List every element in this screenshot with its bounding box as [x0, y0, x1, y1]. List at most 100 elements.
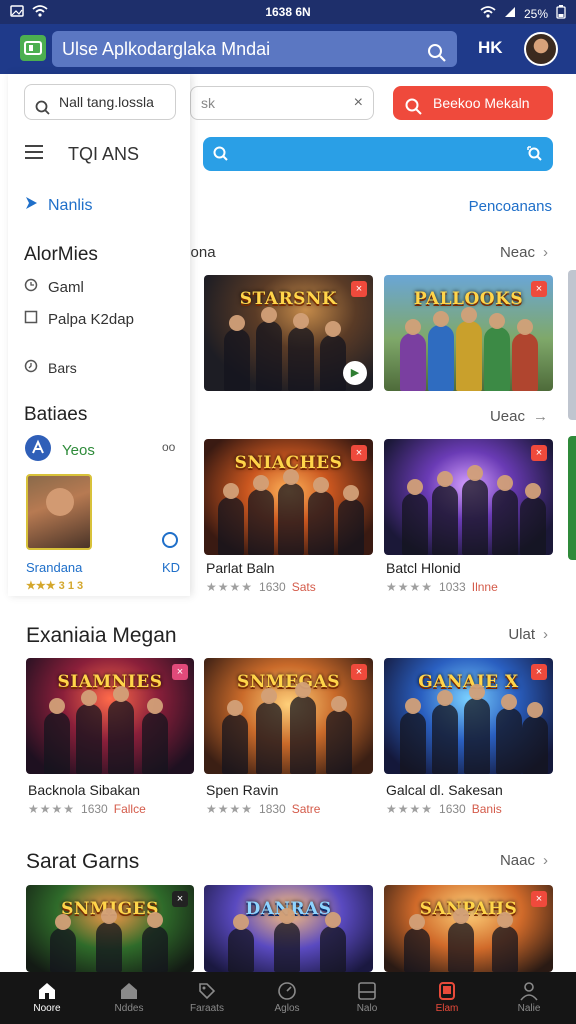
rating-stars: ★★★★ [206, 580, 254, 594]
link-right[interactable]: Pencoanans [469, 198, 552, 215]
square-icon [437, 981, 457, 1001]
red-action-button[interactable]: Beekoo Mekaln [393, 86, 553, 120]
game-title[interactable]: Backnola Sibakan [28, 782, 140, 798]
game-logo-text: SNMEGAS [236, 672, 341, 692]
game-card-thumbnail[interactable]: SANPAHS × [384, 885, 553, 972]
game-rating: ★★★★ 1830 Satre [206, 802, 320, 816]
game-card-thumbnail[interactable]: × [384, 439, 553, 555]
search-input[interactable]: sk × [190, 86, 374, 120]
game-title[interactable]: Batcl Hlonid [386, 560, 461, 576]
nav-label: Nalo [356, 1003, 378, 1014]
hamburger-icon[interactable] [24, 144, 44, 165]
tablet-icon [357, 981, 377, 1001]
app-title: Ulse Aplkodarglaka Mndai [62, 39, 271, 59]
game-card-thumbnail[interactable]: DANRAS [204, 885, 373, 972]
drawer-item-active[interactable]: Nanlis [24, 196, 92, 215]
drawer-item-label: Bars [48, 359, 77, 376]
close-icon[interactable]: × [531, 664, 547, 680]
section-more-link[interactable]: Naac › [500, 852, 548, 869]
nav-item-home[interactable]: Noore [6, 972, 88, 1024]
drawer-game-title[interactable]: Srandana [26, 560, 82, 575]
game-title[interactable]: Spen Ravin [206, 782, 278, 798]
house-icon [119, 981, 139, 1001]
nav-item-active[interactable]: Elam [406, 972, 488, 1024]
close-icon[interactable]: × [351, 664, 367, 680]
close-icon[interactable]: × [351, 445, 367, 461]
game-card-thumbnail[interactable]: SIAMNIES × [26, 658, 194, 774]
drawer-item-suffix: oo [162, 440, 176, 454]
app-title-search[interactable]: Ulse Aplkodarglaka Mndai [52, 31, 457, 67]
drawer-item-label: Yeos [62, 441, 95, 459]
drawer-search-input[interactable]: Nall tang.lossla [24, 84, 176, 120]
game-card-thumbnail[interactable]: GANAIE X × [384, 658, 553, 774]
tag-icon [197, 981, 217, 1001]
game-card-thumbnail[interactable]: STARSNK × ▶ [204, 275, 373, 391]
drawer-item[interactable]: Palpa K2dap [24, 310, 134, 328]
voice-search-icon[interactable] [527, 146, 543, 167]
edge-scroll-indicator [568, 270, 576, 420]
section-more-link[interactable]: Neac › [500, 244, 548, 261]
search-icon [213, 146, 229, 167]
game-category: Satre [291, 802, 321, 816]
drawer-item-label: Palpa K2dap [48, 310, 134, 328]
close-icon[interactable]: × [172, 891, 188, 907]
app-logo-icon[interactable] [20, 35, 46, 61]
game-category: Fallce [113, 802, 146, 816]
drawer-side-text: KD [162, 560, 181, 575]
game-title[interactable]: Parlat Baln [206, 560, 274, 576]
game-card-thumbnail[interactable]: SNMIGES × [26, 885, 194, 972]
game-card-thumbnail[interactable]: SNIACHES × [204, 439, 373, 555]
nav-label: Faraats [190, 1003, 224, 1014]
app-bar: Ulse Aplkodarglaka Mndai HK [0, 24, 576, 74]
square-icon [24, 310, 38, 328]
more-label: Ulat [508, 626, 535, 643]
game-logo-text: STARSNK [239, 289, 338, 309]
game-category: Sats [291, 580, 316, 594]
close-icon[interactable]: × [531, 281, 547, 297]
close-icon[interactable]: × [172, 664, 188, 680]
clear-icon[interactable]: × [354, 87, 363, 119]
section-more-link[interactable]: Ueac → [490, 408, 548, 425]
game-card-thumbnail[interactable]: SNMEGAS × [204, 658, 373, 774]
rating-stars: ★★★★ [206, 802, 254, 816]
home-icon [37, 981, 57, 1001]
side-drawer: Nall tang.lossla TQI ANS Nanlis AlorMies… [8, 74, 190, 596]
drawer-item[interactable]: Bars [24, 359, 77, 376]
nav-item[interactable]: Nddes [88, 972, 170, 1024]
game-title[interactable]: Galcal dl. Sakesan [386, 782, 503, 798]
header-menu-button[interactable]: HK [478, 38, 503, 58]
blue-search-bar[interactable] [203, 137, 553, 171]
close-icon[interactable]: × [531, 891, 547, 907]
nav-label: Nddes [114, 1003, 144, 1014]
user-avatar[interactable] [524, 32, 558, 66]
search-icon[interactable] [427, 39, 447, 75]
rating-count: 1630 [259, 580, 286, 594]
signal-icon [504, 6, 516, 21]
drawer-item[interactable]: Yeos [24, 434, 95, 466]
red-action-label: Beekoo Mekaln [433, 95, 530, 111]
section-more-link[interactable]: Ulat › [508, 626, 548, 643]
drawer-menu-header[interactable]: TQI ANS [24, 144, 139, 165]
nav-item[interactable]: Nalie [488, 972, 570, 1024]
clock-icon [24, 278, 38, 296]
app-icon [24, 434, 52, 466]
search-icon [35, 94, 51, 128]
drawer-section-header: Batiaes [24, 404, 88, 425]
close-icon[interactable]: × [351, 281, 367, 297]
nav-item[interactable]: Aglos [246, 972, 328, 1024]
section-title: Exaniaia Megan [26, 624, 177, 647]
game-card-thumbnail[interactable]: PALLOOKS × [384, 275, 553, 391]
close-icon[interactable]: × [531, 445, 547, 461]
rating-stars: ★★★★ [386, 802, 434, 816]
nav-item[interactable]: Faraats [166, 972, 248, 1024]
drawer-game-thumbnail[interactable] [26, 474, 92, 550]
drawer-item[interactable]: Gaml [24, 278, 84, 296]
rating-stars: ★★★★ [386, 580, 434, 594]
rating-count: 1630 [81, 802, 108, 816]
nav-item[interactable]: Nalo [326, 972, 408, 1024]
game-rating: ★★★★ 1033 Ilnne [386, 580, 498, 594]
play-icon[interactable]: ▶ [343, 361, 367, 385]
edge-panel-handle[interactable] [568, 436, 576, 560]
game-rating: ★★★★ 1630 Sats [206, 580, 316, 594]
battery-icon [556, 5, 566, 22]
